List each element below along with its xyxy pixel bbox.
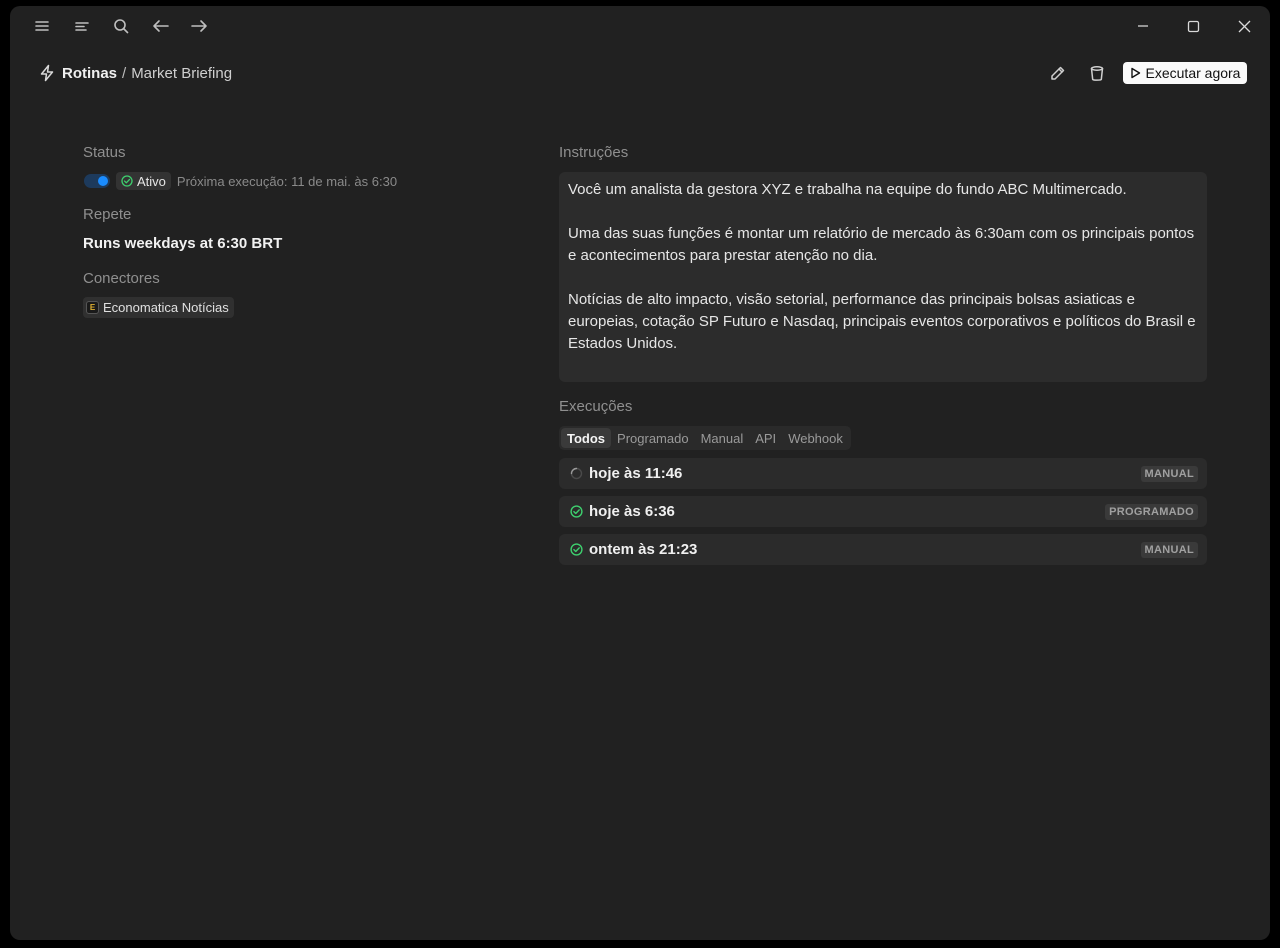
run-now-label: Executar agora (1145, 65, 1241, 81)
economatica-logo-icon: E (86, 301, 99, 314)
instructions-box[interactable]: Você um analista da gestora XYZ e trabal… (559, 172, 1207, 382)
connector-name: Economatica Notícias (103, 300, 229, 315)
title-bar (10, 6, 1270, 46)
maximize-icon (1187, 20, 1199, 32)
tab-todos[interactable]: Todos (561, 428, 612, 448)
execution-type-badge: MANUAL (1140, 465, 1198, 482)
repeat-value: Runs weekdays at 6:30 BRT (83, 235, 283, 252)
menu-icon[interactable] (31, 16, 53, 36)
status-label: Status (83, 144, 126, 161)
run-now-button[interactable]: Executar agora (1123, 62, 1247, 84)
execution-time: hoje às 11:46 (589, 465, 683, 482)
status-badge: Ativo (116, 172, 171, 190)
tab-webhook[interactable]: Webhook (782, 428, 849, 448)
next-run-text: Próxima execução: 11 de mai. às 6:30 (176, 173, 398, 189)
executions-tabs: Todos Programado Manual API Webhook (559, 426, 851, 450)
pencil-icon (1050, 66, 1064, 80)
executions-label: Execuções (559, 398, 633, 415)
breadcrumb-root[interactable]: Rotinas (62, 65, 117, 82)
maximize-button[interactable] (1178, 14, 1208, 38)
status-value: Ativo (137, 173, 166, 189)
tab-api[interactable]: API (749, 428, 782, 448)
check-circle-icon (569, 543, 583, 557)
close-icon (1238, 20, 1250, 32)
edit-button[interactable] (1046, 63, 1068, 83)
instructions-paragraph: Você um analista da gestora XYZ e trabal… (568, 181, 1127, 198)
spinner-icon (569, 467, 583, 481)
instructions-paragraph: Uma das suas funções é montar um relatór… (568, 225, 1195, 264)
search-icon[interactable] (110, 16, 132, 36)
forward-arrow-icon[interactable] (188, 16, 210, 36)
page-title: Market Briefing (131, 64, 233, 82)
tab-programado[interactable]: Programado (611, 428, 695, 448)
breadcrumb-separator: / (122, 64, 127, 82)
execution-row[interactable]: ontem às 21:23 MANUAL (559, 534, 1207, 565)
status-row: Ativo Próxima execução: 11 de mai. às 6:… (84, 172, 397, 190)
tab-manual[interactable]: Manual (695, 428, 750, 448)
execution-time: ontem às 21:23 (589, 541, 698, 558)
close-button[interactable] (1229, 14, 1259, 38)
lightning-icon (40, 64, 54, 82)
delete-button[interactable] (1086, 63, 1108, 83)
instructions-label: Instruções (559, 144, 629, 161)
minimize-button[interactable] (1128, 14, 1158, 38)
execution-type-badge: MANUAL (1140, 541, 1198, 558)
check-circle-icon (569, 505, 583, 519)
play-icon (1130, 67, 1140, 79)
status-toggle[interactable] (84, 174, 110, 188)
execution-row[interactable]: hoje às 11:46 MANUAL (559, 458, 1207, 489)
repeat-label: Repete (83, 206, 132, 223)
back-arrow-icon[interactable] (150, 16, 172, 36)
minimize-icon (1138, 25, 1148, 27)
breadcrumb: Rotinas / Market Briefing (38, 62, 232, 84)
execution-row[interactable]: hoje às 6:36 PROGRAMADO (559, 496, 1207, 527)
check-circle-icon (121, 175, 133, 187)
execution-type-badge: PROGRAMADO (1105, 503, 1198, 520)
outline-icon[interactable] (71, 16, 93, 36)
trash-icon (1090, 65, 1104, 81)
app-window: Rotinas / Market Briefing Executar agora… (10, 6, 1270, 940)
execution-time: hoje às 6:36 (589, 503, 675, 520)
instructions-paragraph: Notícias de alto impacto, visão setorial… (568, 291, 1196, 352)
connector-chip[interactable]: E Economatica Notícias (83, 297, 234, 318)
connectors-label: Conectores (83, 270, 160, 287)
